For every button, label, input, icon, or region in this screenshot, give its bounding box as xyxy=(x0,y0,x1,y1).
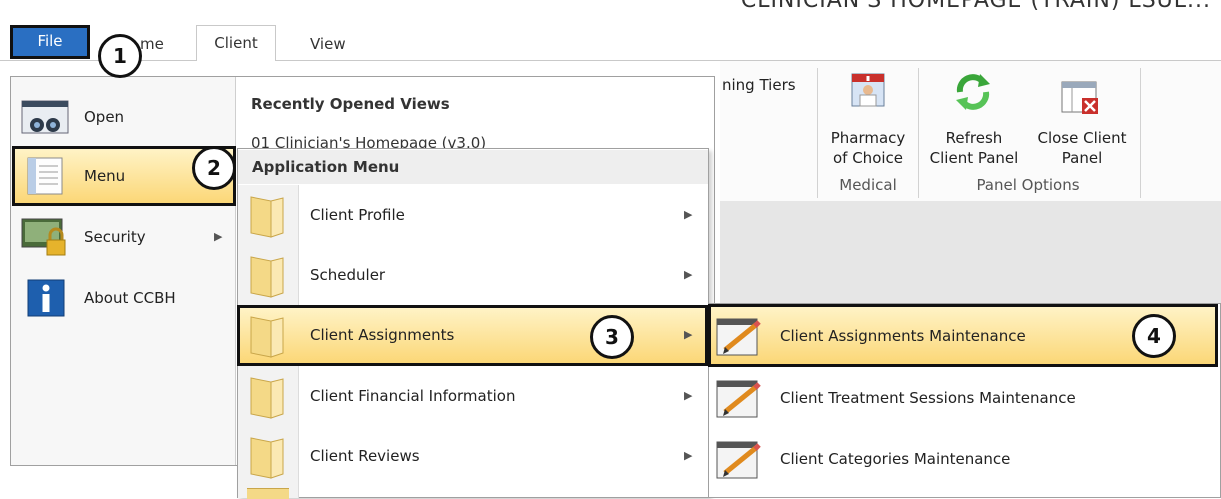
ribbon-separator xyxy=(817,68,818,198)
chevron-right-icon: ▶ xyxy=(684,389,693,402)
file-menu-open[interactable]: Open xyxy=(14,88,232,146)
close-label-1: Close Client xyxy=(1037,129,1127,147)
edit-form-icon xyxy=(716,441,761,479)
app-menu-label: Scheduler xyxy=(310,266,386,284)
app-menu-label: Client Assignments xyxy=(310,326,455,344)
tab-view[interactable]: View xyxy=(310,30,346,60)
window-title: CLINICIAN'S HOMEPAGE (TRAIN) LSUL... xyxy=(740,0,1211,13)
tab-client[interactable]: Client xyxy=(196,25,276,61)
folder-icon xyxy=(250,437,284,479)
group-medical-label: Medical xyxy=(839,176,897,194)
submenu-label: Client Treatment Sessions Maintenance xyxy=(780,389,1076,407)
submenu-client-treatment-sessions-maintenance[interactable]: Client Treatment Sessions Maintenance xyxy=(708,368,1221,428)
file-menu-menu-label: Menu xyxy=(84,167,126,185)
refresh-label-1: Refresh xyxy=(945,129,1003,147)
refresh-client-panel-button[interactable]: Refresh Client Panel xyxy=(922,68,1026,173)
submenu-label: Client Categories Maintenance xyxy=(780,450,1011,468)
folder-icon xyxy=(247,488,289,499)
info-icon xyxy=(27,279,65,317)
callout-2: 2 xyxy=(192,146,236,190)
callout-4: 4 xyxy=(1132,314,1176,358)
file-menu-security-label: Security xyxy=(84,228,146,246)
edit-form-icon xyxy=(716,318,761,356)
folder-icon xyxy=(250,256,284,298)
file-menu-about[interactable]: About CCBH xyxy=(14,269,232,327)
close-label-2: Panel xyxy=(1061,149,1103,167)
pharmacy-of-choice-button[interactable]: Pharmacy of Choice xyxy=(822,68,914,173)
folder-icon xyxy=(250,377,284,419)
close-client-panel-button[interactable]: Close Client Panel xyxy=(1030,68,1134,173)
app-menu-scheduler[interactable]: Scheduler ▶ xyxy=(238,245,708,305)
file-menu-open-label: Open xyxy=(84,108,125,126)
app-menu-label: Client Profile xyxy=(310,206,405,224)
lock-icon xyxy=(21,218,66,256)
callout-1: 1 xyxy=(98,34,142,78)
submenu-label: Client Assignments Maintenance xyxy=(780,327,1026,345)
app-menu-label: Client Financial Information xyxy=(310,387,516,405)
ribbon-separator xyxy=(1140,68,1141,198)
pharmacy-label-1: Pharmacy xyxy=(830,129,906,147)
ribbon-partial-label[interactable]: ning Tiers xyxy=(722,75,796,95)
chevron-right-icon: ▶ xyxy=(684,208,693,221)
chevron-right-icon: ▶ xyxy=(684,449,693,462)
pharmacy-icon xyxy=(851,73,885,107)
group-panel-options-label: Panel Options xyxy=(976,176,1080,194)
folder-icon xyxy=(250,316,284,358)
app-menu-client-financial-information[interactable]: Client Financial Information ▶ xyxy=(238,366,708,426)
file-tab[interactable]: File xyxy=(10,25,90,59)
file-menu-security[interactable]: Security ▶ xyxy=(14,208,232,266)
submenu-client-categories-maintenance[interactable]: Client Categories Maintenance xyxy=(708,429,1221,489)
chevron-right-icon: ▶ xyxy=(214,230,223,243)
file-menu-divider xyxy=(235,77,236,465)
chevron-right-icon: ▶ xyxy=(684,268,693,281)
refresh-icon xyxy=(956,74,990,110)
tab-home[interactable]: me xyxy=(140,30,164,60)
edit-form-icon xyxy=(716,380,761,418)
content-area xyxy=(720,201,1221,303)
refresh-label-2: Client Panel xyxy=(929,149,1019,167)
application-menu-header: Application Menu xyxy=(238,150,708,184)
app-menu-client-profile[interactable]: Client Profile ▶ xyxy=(238,185,708,245)
callout-3: 3 xyxy=(590,315,634,359)
folder-icon xyxy=(250,196,284,238)
document-icon xyxy=(27,157,63,195)
app-menu-label: Client Reviews xyxy=(310,447,420,465)
close-panel-icon xyxy=(1061,81,1098,114)
binoculars-icon xyxy=(21,100,69,134)
pharmacy-label-2: of Choice xyxy=(832,149,904,167)
recent-views-header: Recently Opened Views xyxy=(251,95,450,113)
app-menu-client-reviews[interactable]: Client Reviews ▶ xyxy=(238,426,708,486)
app-menu-client-assignments[interactable]: Client Assignments ▶ xyxy=(238,305,708,365)
chevron-right-icon: ▶ xyxy=(684,328,693,341)
ribbon-separator xyxy=(918,68,919,198)
file-menu-about-label: About CCBH xyxy=(84,289,176,307)
